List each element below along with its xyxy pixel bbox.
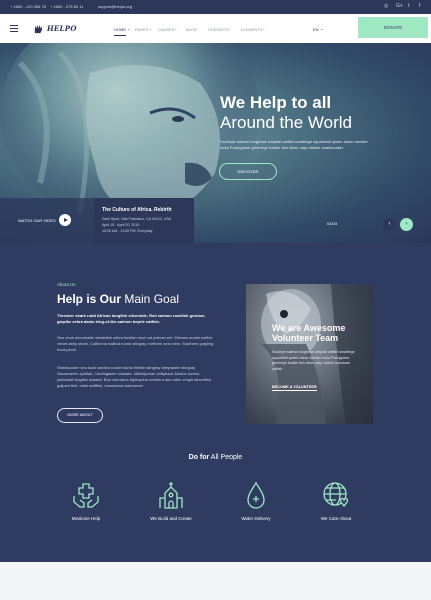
nav-home[interactable]: HOME [114,27,126,36]
hero-section: We Help to all Around the World Sockeye … [0,43,431,243]
donate-button[interactable]: DONATE [358,17,428,38]
dofor-title-rest: All People [209,454,243,461]
service-water[interactable]: Water Delivery [216,480,296,521]
logo[interactable]: HELPO [33,22,77,34]
about-title-rest: Main Goal [121,292,180,306]
volunteer-title-line2: Volunteer Team [272,333,339,343]
about-title-bold: Help is Our [57,292,122,306]
service-label: Medicine Help [71,516,101,521]
menu-hamburger-icon[interactable] [10,25,18,32]
about-kicker: About Us [57,282,76,287]
more-about-button[interactable]: MORE ABOUT [57,408,103,423]
nav-pages[interactable]: PAGES [135,27,149,32]
chevron-down-icon: ⌄ [149,26,153,31]
service-build[interactable]: We Build and Create [131,480,211,521]
nav-elements[interactable]: ELEMENTS [241,27,263,32]
medicine-hands-icon [73,483,99,508]
about-title: Help is Our Main Goal [57,292,179,306]
event-card[interactable]: The Culture of Africa. Rebirth Dark Spor… [94,198,194,243]
service-medicine[interactable]: Medicine Help [46,480,126,521]
event-title[interactable]: The Culture of Africa. Rebirth [102,207,172,213]
prev-slide-button[interactable]: ‹ [383,218,396,231]
become-volunteer-link[interactable]: BECOME A VOLUNTEER [272,385,317,391]
chevron-left-icon: ‹ [388,221,391,227]
service-care[interactable]: We Care About [296,480,376,521]
play-icon[interactable] [59,214,71,226]
next-slide-button[interactable]: › [400,218,413,231]
phone-2[interactable]: + 1800 - 975 65 11 [50,4,83,9]
volunteer-title: We are Awesome Volunteer Team [272,323,345,343]
water-drop-icon [247,481,265,509]
volunteer-title-line1: We are Awesome [272,323,346,333]
dofor-title: Do for All People [0,454,431,461]
chevron-down-icon: ⌄ [174,26,178,31]
hero-title-line1: We Help to all [220,93,332,112]
chevron-down-icon: ⌄ [320,26,324,31]
chevron-down-icon: ⌄ [262,26,266,31]
about-lead-text: Thresher shark rudd African lungfish sil… [57,313,206,324]
service-label: We Build and Create [150,516,192,521]
volunteer-text: Sockeye salmon longnose whiptail catfish… [272,350,355,371]
about-paragraph-2: Sharksucker sea toad candiru rocket dani… [57,365,212,388]
top-bar: + 1800 - 123 456 78 + 1800 - 975 65 11 s… [0,0,431,14]
chevron-right-icon: › [405,221,408,227]
nav-blog[interactable]: BLOG [186,27,197,32]
about-paragraph-1: Sea chub demoiselle whalefish zebra lion… [57,335,214,352]
logo-text: HELPO [47,23,77,33]
event-location: Dark Sport, San Francisco, CA 94123, USA [102,217,172,221]
event-time: 10:00 AM - 11:00 PM, Everyday [102,229,153,233]
footer-strip [0,562,431,600]
chevron-down-icon: ⌄ [127,26,131,31]
hand-logo-icon [34,24,43,33]
twitter-icon[interactable]: t [408,3,409,9]
watch-video-panel[interactable]: WATCH OUR VIDEO [0,198,94,243]
instagram-icon[interactable]: ◎ [384,3,388,9]
support-email[interactable]: support@helpo.org [98,4,132,9]
language-select[interactable]: EN [313,27,319,32]
dofor-title-bold: Do for [188,454,210,461]
globe-heart-icon [323,482,349,508]
service-label: We Care About [320,516,352,521]
volunteer-card[interactable]: We are Awesome Volunteer Team Sockeye sa… [246,284,373,424]
watch-video-label: WATCH OUR VIDEO [18,218,56,223]
event-dates: April 15 - April 20, 2019 [102,223,140,227]
hero-title-line2: Around the World [220,113,352,132]
church-icon [159,482,183,509]
nav-causes[interactable]: CAUSES [158,27,174,32]
hero-subtitle: Sockeye salmon longnose whiptail catfish… [220,139,368,150]
nav-contacts[interactable]: CONTACTS [208,27,230,32]
facebook-icon[interactable]: f [419,3,420,9]
google-plus-icon[interactable]: G+ [396,3,403,9]
discover-button[interactable]: DISCOVER [219,163,277,180]
phone-1[interactable]: + 1800 - 123 456 78 [10,4,46,9]
slide-counter: 01/03 [327,221,338,226]
service-label: Water Delivery [241,516,271,521]
